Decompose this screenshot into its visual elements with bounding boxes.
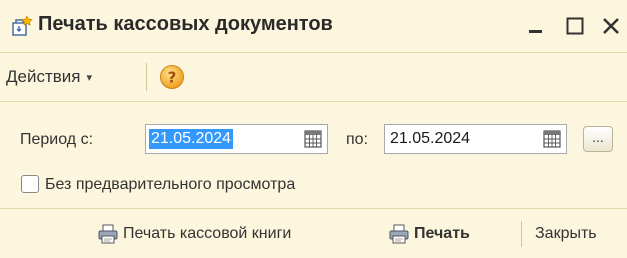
bottom-bar: Печать кассовой книги Печать Закрыть: [0, 209, 627, 258]
calendar-icon[interactable]: [302, 129, 324, 149]
svg-text:?: ?: [168, 69, 177, 87]
minimize-button[interactable]: [522, 12, 550, 40]
printer-icon: [389, 224, 409, 244]
app-form-icon: [12, 15, 33, 36]
date-to-value: 21.05.2024: [390, 130, 471, 147]
print-label: Печать: [414, 225, 470, 242]
form-body: Период с: 21.05.2024 по: 21.05.2024 ... …: [0, 102, 627, 208]
close-icon: [603, 18, 619, 34]
select-period-button[interactable]: ...: [583, 126, 613, 152]
printer-icon: [98, 224, 118, 244]
maximize-button[interactable]: [561, 12, 589, 40]
calendar-icon[interactable]: [541, 129, 563, 149]
print-button[interactable]: Печать: [388, 223, 470, 245]
title-bar: Печать кассовых документов: [0, 0, 627, 52]
actions-label: Действия: [6, 67, 81, 86]
period-from-label: Период с:: [20, 131, 94, 148]
close-label: Закрыть: [535, 225, 597, 242]
date-to-field[interactable]: 21.05.2024: [384, 124, 567, 154]
print-cash-documents-window: Печать кассовых документов Действия ▾ ? …: [0, 0, 627, 258]
chevron-down-icon: ▾: [86, 71, 93, 84]
bottom-divider: [521, 221, 522, 247]
window-title: Печать кассовых документов: [38, 13, 333, 35]
close-button[interactable]: Закрыть: [535, 223, 597, 245]
no-preview-label[interactable]: Без предварительного просмотра: [45, 176, 295, 194]
actions-menu-button[interactable]: Действия ▾: [6, 65, 92, 89]
minimize-icon: [529, 30, 542, 33]
toolbar: Действия ▾ ?: [0, 53, 627, 101]
no-preview-checkbox[interactable]: [21, 175, 39, 193]
help-icon[interactable]: ?: [159, 64, 185, 90]
maximize-icon: [566, 17, 584, 35]
date-from-field[interactable]: 21.05.2024: [145, 124, 328, 154]
period-to-label: по:: [346, 131, 369, 148]
print-cash-book-button[interactable]: Печать кассовой книги: [97, 223, 291, 245]
close-window-button[interactable]: [597, 12, 625, 40]
date-from-value: 21.05.2024: [149, 129, 234, 149]
toolbar-divider: [146, 63, 147, 91]
print-cash-book-label: Печать кассовой книги: [123, 225, 292, 242]
